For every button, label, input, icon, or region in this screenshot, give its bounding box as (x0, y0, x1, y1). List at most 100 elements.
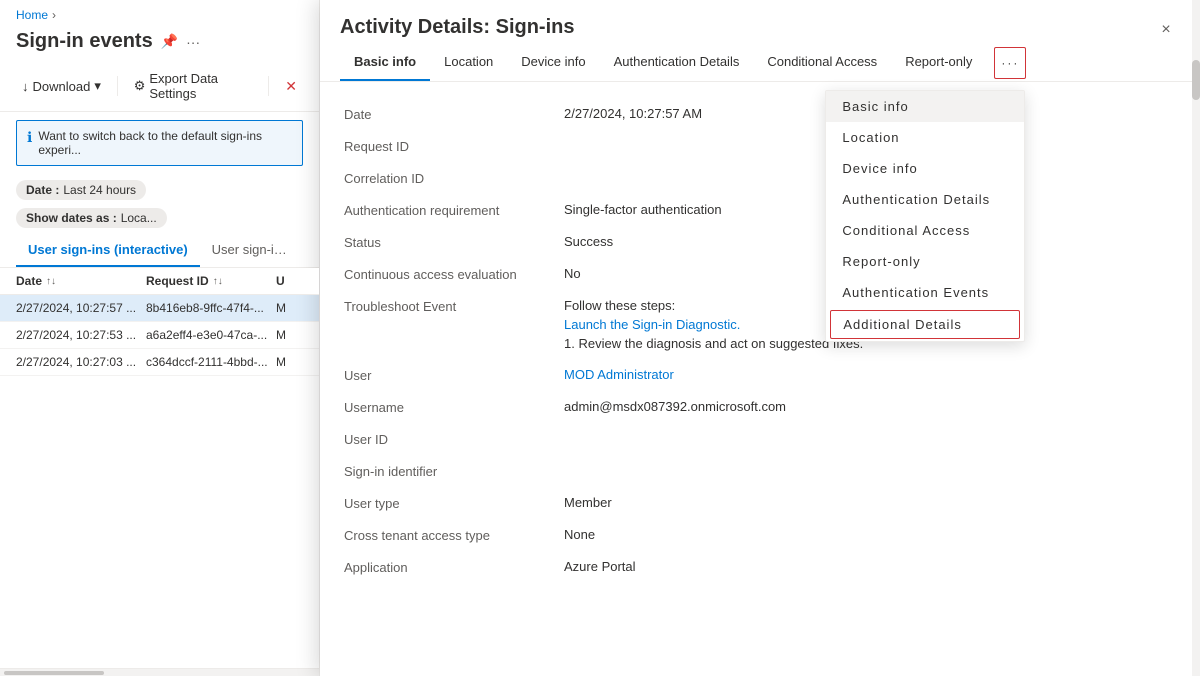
detail-row-reqid: Request ID (344, 130, 1176, 162)
info-icon: ℹ (27, 129, 32, 146)
detail-label-correid: Correlation ID (344, 170, 564, 186)
tabs-dropdown-menu: Basic info Location Device info Authenti… (825, 90, 1025, 342)
table-row[interactable]: 2/27/2024, 10:27:53 ... a6a2eff4-e3e0-47… (0, 322, 319, 349)
more-options-icon[interactable]: ··· (186, 34, 200, 50)
detail-row-troubleshoot: Troubleshoot Event Follow these steps: L… (344, 290, 1176, 359)
col-user-header: U (276, 274, 303, 288)
more-tabs-button[interactable]: ··· Basic info Location Device info Auth… (994, 47, 1026, 79)
pin-icon[interactable]: 📌 (161, 33, 178, 50)
modal-tab-condaccess[interactable]: Conditional Access (753, 44, 891, 81)
dropdown-item-condaccess[interactable]: Conditional Access (826, 215, 1024, 246)
detail-row-cae: Continuous access evaluation No (344, 258, 1176, 290)
modal-panel: Activity Details: Sign-ins × Basic info … (320, 0, 1200, 676)
download-button[interactable]: ↓ Download ▾ (16, 74, 107, 98)
detail-row-status: Status Success (344, 226, 1176, 258)
detail-row-correid: Correlation ID (344, 162, 1176, 194)
modal-title: Activity Details: Sign-ins (340, 16, 575, 39)
detail-label-usertype: User type (344, 495, 564, 511)
detail-label-crosstenant: Cross tenant access type (344, 527, 564, 543)
tab-interactive[interactable]: User sign-ins (interactive) (16, 234, 200, 267)
detail-row-crosstenant: Cross tenant access type None (344, 519, 1176, 551)
dropdown-item-basicinfo[interactable]: Basic info (826, 91, 1024, 122)
cell-reqid-1: 8b416eb8-9ffc-47f4-... (146, 301, 276, 315)
detail-row-application: Application Azure Portal (344, 551, 1176, 583)
breadcrumb-home[interactable]: Home (16, 8, 48, 22)
sort-icon-date: ↑↓ (46, 276, 56, 287)
table-row[interactable]: 2/27/2024, 10:27:03 ... c364dccf-2111-4b… (0, 349, 319, 376)
modal-scrollbar[interactable] (1192, 0, 1200, 676)
scrollbar-thumb (4, 671, 104, 675)
toolbar-separator-1 (117, 76, 118, 96)
date-filter-pill[interactable]: Date : Last 24 hours (16, 180, 146, 200)
col-date-header[interactable]: Date ↑↓ (16, 274, 146, 288)
modal-tab-reportonly[interactable]: Report-only (891, 44, 986, 81)
table-header: Date ↑↓ Request ID ↑↓ U (0, 268, 319, 295)
sort-icon-reqid: ↑↓ (213, 276, 223, 287)
more-tabs-icon: ··· (1001, 56, 1019, 70)
export-label: Export Data Settings (149, 71, 252, 101)
modal-tab-deviceinfo[interactable]: Device info (507, 44, 599, 81)
modal-header: Activity Details: Sign-ins × (320, 0, 1200, 44)
dropdown-item-additionaldetails[interactable]: Additional Details (830, 310, 1020, 339)
toolbar-separator-2 (268, 76, 269, 96)
detail-value-crosstenant: None (564, 527, 1176, 542)
modal-content: Date 2/27/2024, 10:27:57 AM Request ID C… (320, 82, 1200, 676)
detail-value-usertype: Member (564, 495, 1176, 510)
data-table: Date ↑↓ Request ID ↑↓ U 2/27/2024, 10:27… (0, 268, 319, 668)
tab-non-interactive[interactable]: User sign-ins (non... (200, 234, 303, 267)
tabs-row: User sign-ins (interactive) User sign-in… (0, 234, 319, 268)
modal-tabs: Basic info Location Device info Authenti… (320, 44, 1200, 82)
toolbar: ↓ Download ▾ ⚙ Export Data Settings ✕ (0, 61, 319, 112)
detail-label-userid: User ID (344, 431, 564, 447)
detail-row-authrequirement: Authentication requirement Single-factor… (344, 194, 1176, 226)
date-display-value: Loca... (121, 211, 157, 225)
page-title-row: Sign-in events 📌 ··· (0, 26, 319, 61)
detail-row-signinid: Sign-in identifier (344, 455, 1176, 487)
left-panel: Home › Sign-in events 📌 ··· ↓ Download ▾… (0, 0, 320, 676)
dropdown-item-reportonly[interactable]: Report-only (826, 246, 1024, 277)
detail-row-userid: User ID (344, 423, 1176, 455)
detail-row-date: Date 2/27/2024, 10:27:57 AM (344, 98, 1176, 130)
col-reqid-header[interactable]: Request ID ↑↓ (146, 274, 276, 288)
detail-value-username: admin@msdx087392.onmicrosoft.com (564, 399, 1176, 414)
info-banner-text: Want to switch back to the default sign-… (38, 129, 292, 157)
cell-user-1: M (276, 301, 296, 315)
detail-value-user[interactable]: MOD Administrator (564, 367, 1176, 382)
detail-row-usertype: User type Member (344, 487, 1176, 519)
detail-label-reqid: Request ID (344, 138, 564, 154)
date-filter-value: Last 24 hours (63, 183, 136, 197)
dropdown-item-authevents[interactable]: Authentication Events (826, 277, 1024, 308)
cell-reqid-3: c364dccf-2111-4bbd-... (146, 355, 276, 369)
horizontal-scrollbar[interactable] (0, 668, 319, 676)
detail-value-application: Azure Portal (564, 559, 1176, 574)
download-chevron: ▾ (94, 78, 101, 94)
page-title: Sign-in events (16, 30, 153, 53)
dropdown-item-location[interactable]: Location (826, 122, 1024, 153)
modal-overlay: Activity Details: Sign-ins × Basic info … (320, 0, 1200, 676)
modal-scrollbar-thumb (1192, 60, 1200, 100)
modal-tab-location[interactable]: Location (430, 44, 507, 81)
detail-label-application: Application (344, 559, 564, 575)
dropdown-item-deviceinfo[interactable]: Device info (826, 153, 1024, 184)
detail-row-username: Username admin@msdx087392.onmicrosoft.co… (344, 391, 1176, 423)
detail-label-status: Status (344, 234, 564, 250)
detail-label-username: Username (344, 399, 564, 415)
detail-label-signinid: Sign-in identifier (344, 463, 564, 479)
export-button[interactable]: ⚙ Export Data Settings (128, 67, 259, 105)
date-display-pill[interactable]: Show dates as : Loca... (16, 208, 167, 228)
cell-user-2: M (276, 328, 296, 342)
detail-label-date: Date (344, 106, 564, 122)
dropdown-item-authdetails[interactable]: Authentication Details (826, 184, 1024, 215)
filter-pills: Date : Last 24 hours Show dates as : Loc… (0, 174, 319, 234)
modal-tab-authdetails[interactable]: Authentication Details (600, 44, 754, 81)
close-filter-button[interactable]: ✕ (279, 74, 303, 99)
cell-user-3: M (276, 355, 296, 369)
modal-tab-basicinfo[interactable]: Basic info (340, 44, 430, 81)
cell-reqid-2: a6a2eff4-e3e0-47ca-... (146, 328, 276, 342)
cell-date-1: 2/27/2024, 10:27:57 ... (16, 301, 146, 315)
cell-date-2: 2/27/2024, 10:27:53 ... (16, 328, 146, 342)
detail-label-troubleshoot: Troubleshoot Event (344, 298, 564, 314)
close-button[interactable]: × (1152, 16, 1180, 44)
download-label: Download (33, 79, 91, 94)
table-row[interactable]: 2/27/2024, 10:27:57 ... 8b416eb8-9ffc-47… (0, 295, 319, 322)
